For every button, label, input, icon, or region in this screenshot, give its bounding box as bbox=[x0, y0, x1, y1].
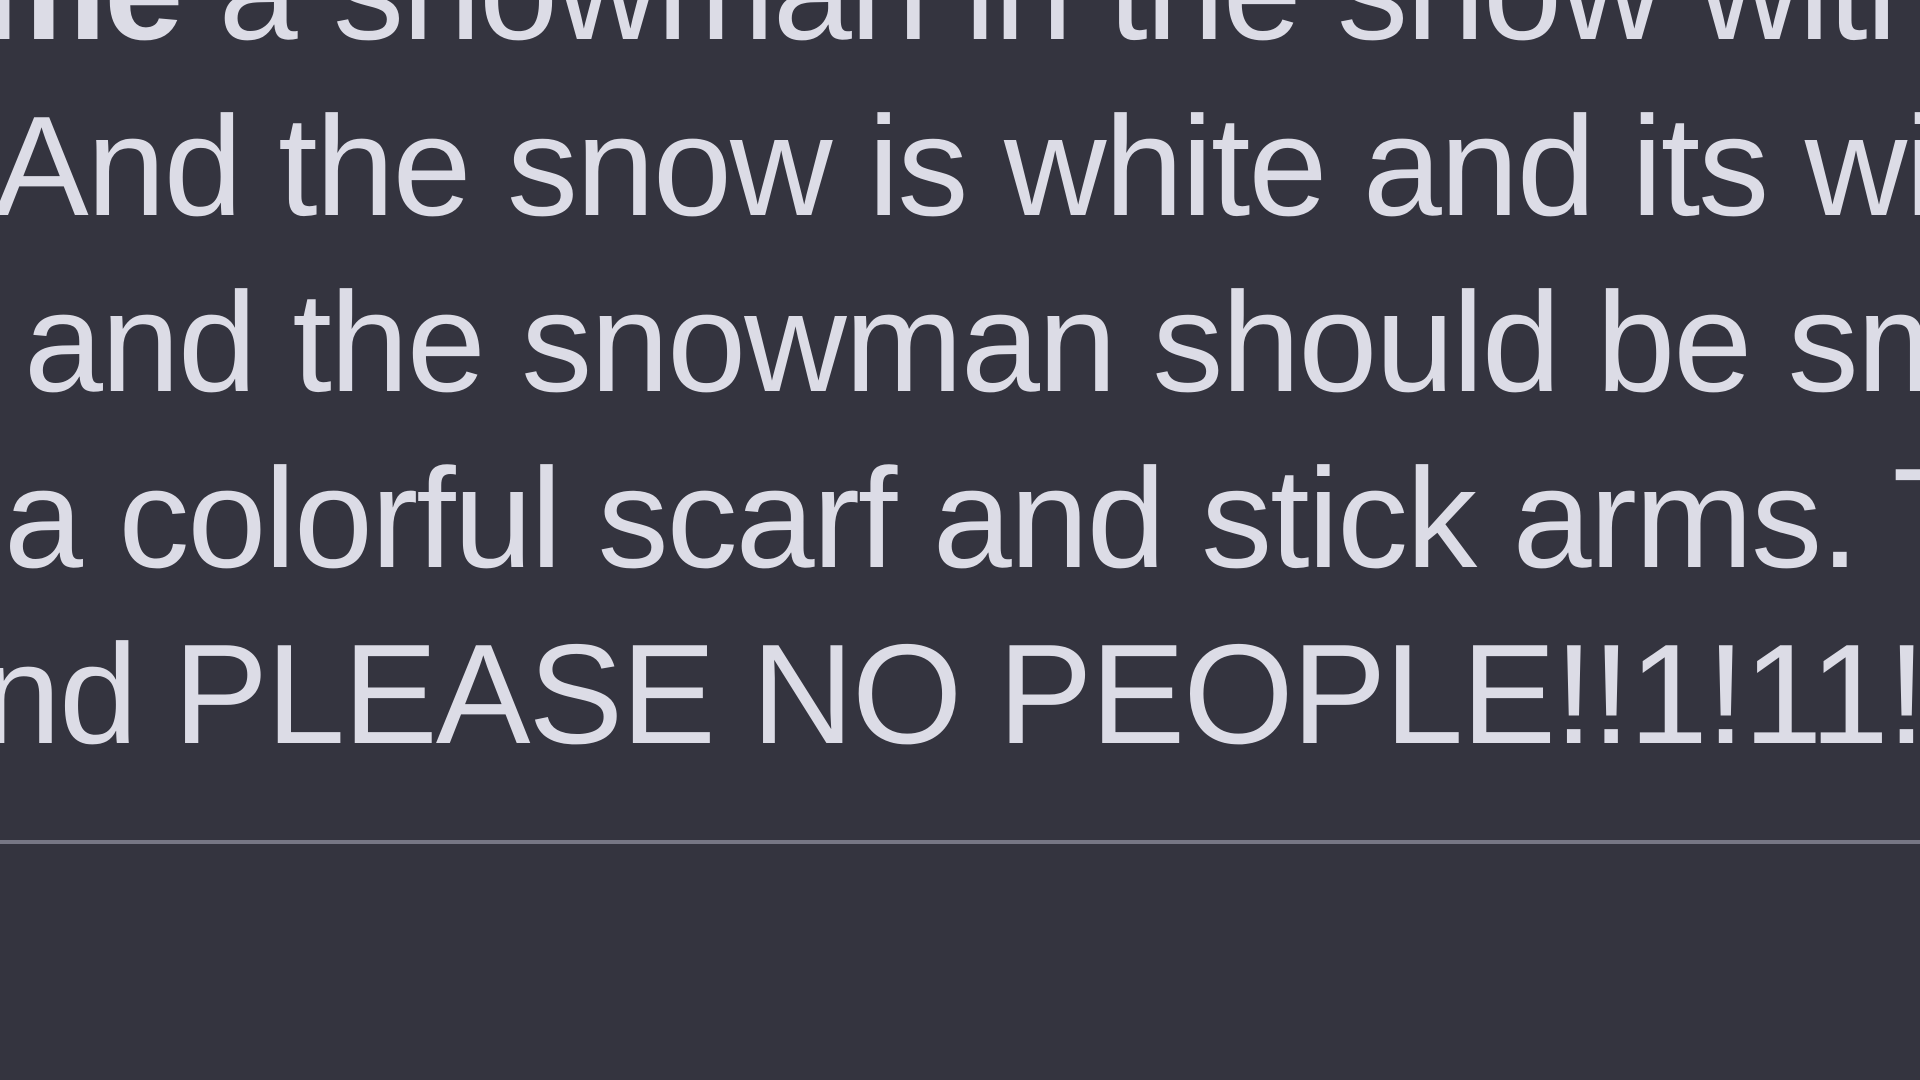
prompt-line-1-bold: me bbox=[0, 0, 183, 70]
prompt-line-1-rest: a snowman in the snow with bbox=[181, 0, 1920, 70]
prompt-line-3: and the snowman should be sm bbox=[24, 263, 1920, 422]
footer-area bbox=[0, 844, 1920, 1080]
prompt-line-5: nd PLEASE NO PEOPLE!!1!11!! bbox=[0, 615, 1920, 774]
prompt-line-1: me a snowman in the snow with bbox=[0, 0, 1920, 62]
prompt-line-2: And the snow is white and its win bbox=[0, 87, 1920, 246]
prompt-line-4: a colorful scarf and stick arms. T bbox=[4, 439, 1920, 598]
